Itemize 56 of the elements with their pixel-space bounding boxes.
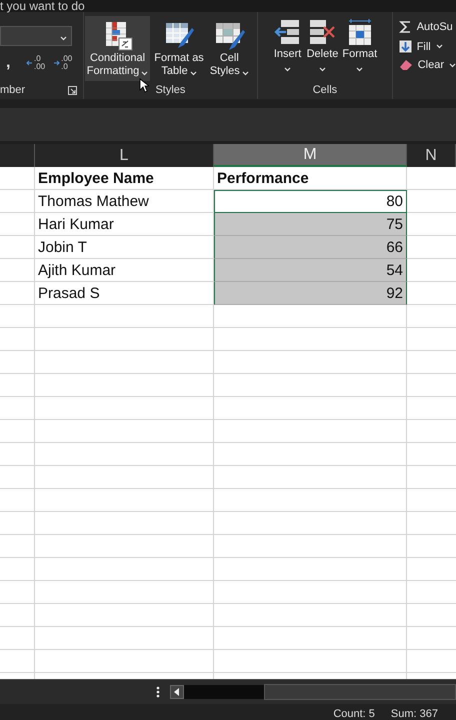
table-cell-text: Prasad S [37,284,101,304]
chevron-icon [60,36,67,40]
conditional-formatting-button[interactable]: Conditional Formatting [84,16,150,81]
chevron-icon [190,71,197,76]
group-label: mber [0,84,26,96]
cell-styles-icon [213,20,246,52]
table-cell-text: Jobin T [37,238,88,258]
group-label: Styles [155,83,186,98]
eraser-icon [398,59,413,71]
chevron-icon [141,71,148,76]
table-cell: 66 [214,236,407,259]
right-arrow-icon [53,59,60,67]
clear-button[interactable]: Clear [398,57,456,73]
sum-readout: Sum: 367 [390,708,438,720]
formula-bar[interactable] [0,100,456,144]
table-cell-text: Employee Name [37,169,155,189]
table-cell: 54 [214,259,407,282]
left-arrow-icon [26,59,33,67]
decrease-decimal-button[interactable]: .00 .0 [53,55,72,71]
table-cell-text: Performance [216,169,310,189]
column-header[interactable]: N [407,144,456,167]
table-cell: 80 [214,190,407,213]
delete-cells-icon [307,18,338,46]
sigma-icon [398,20,412,34]
table-cell-text: Thomas Mathew [37,192,150,212]
mouse-cursor-icon [138,78,149,93]
table-cell-text: Hari Kumar [37,215,115,235]
format-button[interactable]: Format [341,12,378,81]
group-label: Cells [312,83,338,98]
table-cell: 92 [214,282,407,305]
table-cell-text: Ajith Kumar [37,261,117,281]
comma-style-button[interactable]: , [6,54,18,72]
chevron-icon [242,71,249,76]
cell-styles-button[interactable]: Cell Styles [208,16,251,81]
number-format-dropdown[interactable] [0,26,72,46]
count-readout: Count: 5 [333,708,375,720]
search-hint[interactable]: t you want to do [0,0,85,12]
scrollbar-thumb[interactable] [184,685,264,699]
table-cell: 75 [214,213,407,236]
dialog-launcher-icon[interactable] [68,86,77,94]
chevron-icon [356,67,364,72]
format-as-table-button[interactable]: Format as Table [152,16,206,81]
increase-decimal-button[interactable]: .0 .00 [26,55,46,71]
delete-button[interactable]: Delete [306,12,340,81]
more-options-icon[interactable] [156,686,160,698]
scroll-left-button[interactable] [170,685,184,699]
column-header[interactable] [0,144,35,167]
fill-down-icon [398,40,412,53]
chevron-icon [284,67,292,72]
fill-button[interactable]: Fill [398,38,456,55]
insert-button[interactable]: Insert [272,12,304,81]
column-header[interactable]: M [214,144,407,167]
autosum-button[interactable]: AutoSu [398,18,456,36]
chevron-icon [318,67,326,72]
left-triangle-icon [174,688,180,696]
column-header[interactable]: L [35,144,214,167]
